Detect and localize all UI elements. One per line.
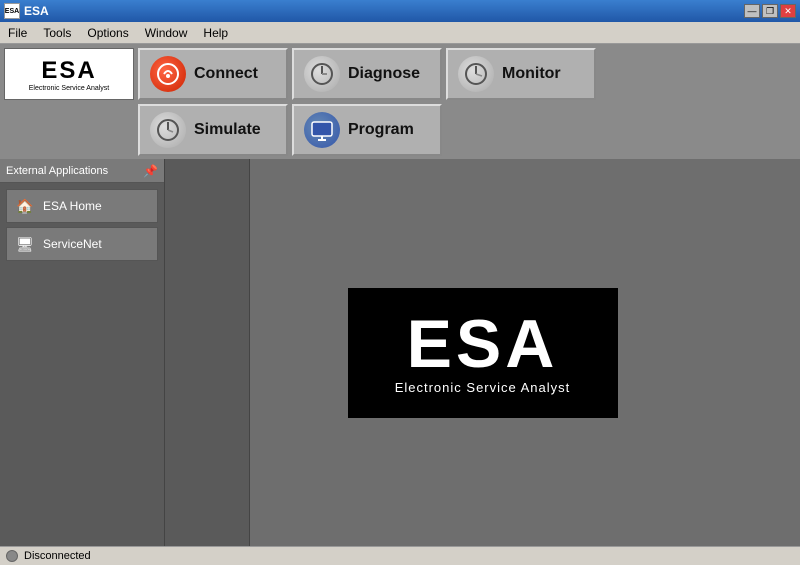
sidebar-servicenet-label: ServiceNet bbox=[43, 237, 102, 251]
simulate-icon bbox=[150, 112, 186, 148]
menu-tools[interactable]: Tools bbox=[35, 24, 79, 42]
app-icon: ESA bbox=[4, 3, 20, 19]
toolbar-top-row: ESA Electronic Service Analyst Connect D… bbox=[4, 48, 596, 100]
menu-bar: File Tools Options Window Help bbox=[0, 22, 800, 44]
menu-options[interactable]: Options bbox=[79, 24, 136, 42]
connect-label: Connect bbox=[194, 65, 258, 83]
logo-subtitle: Electronic Service Analyst bbox=[29, 85, 110, 92]
monitor-button[interactable]: Monitor bbox=[446, 48, 596, 100]
connect-button[interactable]: Connect bbox=[138, 48, 288, 100]
sidebar-item-servicenet[interactable]: 🖥 ServiceNet bbox=[6, 227, 158, 261]
menu-file[interactable]: File bbox=[0, 24, 35, 42]
status-text: Disconnected bbox=[24, 550, 91, 562]
status-indicator bbox=[6, 550, 18, 562]
status-bar: Disconnected bbox=[0, 546, 800, 565]
sidebar-items: 🏠 ESA Home 🖥 ServiceNet bbox=[0, 183, 164, 267]
menu-help[interactable]: Help bbox=[195, 24, 236, 42]
title-bar-left: ESA ESA bbox=[4, 3, 49, 19]
close-button[interactable]: ✕ bbox=[780, 4, 796, 18]
sidebar-pin-icon[interactable]: 📌 bbox=[143, 164, 158, 178]
monitor-icon bbox=[458, 56, 494, 92]
app-logo: ESA Electronic Service Analyst bbox=[4, 48, 134, 100]
sidebar-esa-home-label: ESA Home bbox=[43, 199, 102, 213]
diagnose-button[interactable]: Diagnose bbox=[292, 48, 442, 100]
menu-window[interactable]: Window bbox=[137, 24, 196, 42]
center-logo: ESA Electronic Service Analyst bbox=[348, 288, 618, 418]
simulate-button[interactable]: Simulate bbox=[138, 104, 288, 156]
sidebar-item-esa-home[interactable]: 🏠 ESA Home bbox=[6, 189, 158, 223]
servicenet-icon: 🖥 bbox=[15, 234, 35, 254]
window-title: ESA bbox=[24, 4, 49, 18]
toolbar-bottom-row: Simulate Program bbox=[4, 104, 442, 156]
diagnose-label: Diagnose bbox=[348, 65, 420, 83]
center-logo-subtitle: Electronic Service Analyst bbox=[395, 380, 571, 395]
content-area: ESA Electronic Service Analyst bbox=[165, 159, 800, 546]
title-bar: ESA ESA — ❐ ✕ bbox=[0, 0, 800, 22]
program-icon bbox=[304, 112, 340, 148]
window-controls: — ❐ ✕ bbox=[744, 4, 796, 18]
connect-icon bbox=[150, 56, 186, 92]
sidebar: External Applications 📌 🏠 ESA Home 🖥 Ser… bbox=[0, 159, 165, 546]
logo-text: ESA bbox=[41, 57, 96, 85]
simulate-label: Simulate bbox=[194, 121, 261, 139]
center-logo-text: ESA bbox=[407, 310, 559, 378]
program-label: Program bbox=[348, 121, 414, 139]
sidebar-title: External Applications bbox=[6, 165, 108, 177]
monitor-label: Monitor bbox=[502, 65, 561, 83]
program-button[interactable]: Program bbox=[292, 104, 442, 156]
restore-button[interactable]: ❐ bbox=[762, 4, 778, 18]
main-area: External Applications 📌 🏠 ESA Home 🖥 Ser… bbox=[0, 159, 800, 546]
toolbar: ESA Electronic Service Analyst Connect D… bbox=[0, 44, 800, 159]
diagnose-icon bbox=[304, 56, 340, 92]
content-left-panel bbox=[165, 159, 250, 546]
home-icon: 🏠 bbox=[15, 196, 35, 216]
minimize-button[interactable]: — bbox=[744, 4, 760, 18]
sidebar-header: External Applications 📌 bbox=[0, 159, 164, 183]
